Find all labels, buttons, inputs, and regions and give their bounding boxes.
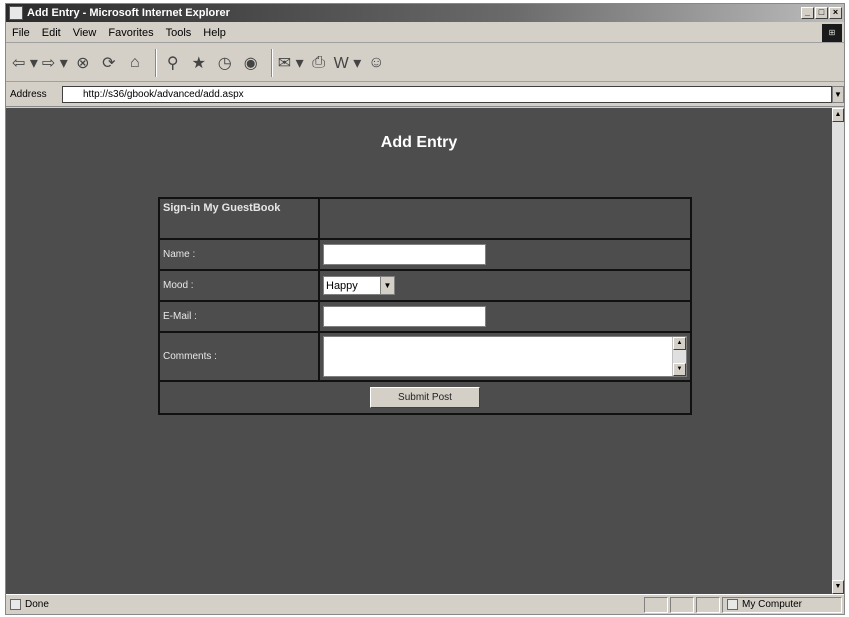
search-icon[interactable]: ⚲ [162, 50, 184, 76]
menu-help[interactable]: Help [197, 27, 232, 39]
form-header: Sign-in My GuestBook [160, 199, 320, 238]
computer-icon [727, 599, 738, 610]
menu-bar: File Edit View Favorites Tools Help ⊞ [6, 23, 844, 43]
standard-toolbar: ⇦ ▾ ⇨ ▾ ⊗ ⟳ ⌂ ⚲ ★ ◷ ◉ ✉ ▾ ⎙ W ▾ ☺ [6, 44, 844, 82]
status-bar: Done My Computer [6, 594, 844, 614]
form-header-spacer [320, 199, 690, 238]
page-icon [10, 599, 21, 610]
home-icon[interactable]: ⌂ [124, 50, 146, 76]
scroll-down-icon[interactable]: ▼ [832, 580, 844, 594]
email-row: E-Mail : [160, 302, 690, 333]
form-header-row: Sign-in My GuestBook [160, 199, 690, 240]
mood-select[interactable]: Happy ▼ [323, 276, 395, 295]
close-button[interactable]: × [829, 7, 842, 19]
messenger-icon[interactable]: ☺ [365, 50, 387, 76]
email-label: E-Mail : [160, 302, 320, 331]
refresh-icon[interactable]: ⟳ [98, 50, 120, 76]
scroll-up-icon[interactable]: ▲ [673, 337, 686, 350]
scroll-up-icon[interactable]: ▲ [832, 108, 844, 122]
comments-label: Comments : [160, 333, 320, 380]
favorites-icon[interactable]: ★ [188, 50, 210, 76]
address-bar: Address http://s36/gbook/advanced/add.as… [6, 83, 844, 107]
edit-icon[interactable]: W ▾ [334, 50, 362, 76]
status-text: Done [25, 599, 49, 610]
history-icon[interactable]: ◷ [214, 50, 236, 76]
address-label: Address [10, 89, 47, 100]
back-icon[interactable]: ⇦ ▾ [12, 50, 38, 76]
submit-row: Submit Post [160, 382, 690, 413]
comments-scrollbar[interactable]: ▲ ▼ [672, 337, 686, 376]
page-heading: Add Entry [380, 134, 458, 151]
address-input[interactable]: http://s36/gbook/advanced/add.aspx [62, 86, 832, 103]
menu-view[interactable]: View [67, 27, 103, 39]
status-panel [644, 596, 668, 613]
page-scrollbar[interactable]: ▲ ▼ [832, 108, 844, 594]
name-label: Name : [160, 240, 320, 269]
windows-logo-icon: ⊞ [822, 24, 842, 42]
menu-file[interactable]: File [6, 27, 36, 39]
mood-selected-value: Happy [326, 279, 358, 292]
name-row: Name : [160, 240, 690, 271]
comments-textarea[interactable]: ▲ ▼ [323, 336, 687, 377]
maximize-button[interactable]: □ [815, 7, 828, 19]
scroll-down-icon[interactable]: ▼ [673, 363, 686, 376]
zone-label: My Computer [742, 599, 803, 610]
channels-icon[interactable]: ◉ [240, 50, 262, 76]
status-panel [670, 596, 694, 613]
comments-row: Comments : ▲ ▼ [160, 333, 690, 382]
window-title: Add Entry - Microsoft Internet Explorer [27, 7, 230, 19]
chevron-down-icon[interactable]: ▼ [380, 277, 394, 294]
title-bar: Add Entry - Microsoft Internet Explorer … [6, 4, 844, 22]
print-icon[interactable]: ⎙ [308, 50, 330, 76]
window-controls: _ □ × [801, 7, 842, 19]
menu-edit[interactable]: Edit [36, 27, 67, 39]
page-content: Add Entry Sign-in My GuestBook Name : Mo… [6, 108, 832, 594]
status-panel [696, 596, 720, 613]
browser-window: Add Entry - Microsoft Internet Explorer … [5, 3, 845, 615]
minimize-button[interactable]: _ [801, 7, 814, 19]
toolbar-separator [154, 48, 157, 77]
security-zone: My Computer [722, 596, 842, 613]
stop-icon[interactable]: ⊗ [72, 50, 94, 76]
menu-favorites[interactable]: Favorites [102, 27, 159, 39]
mail-icon[interactable]: ✉ ▾ [278, 50, 304, 76]
email-input[interactable] [323, 306, 486, 327]
name-input[interactable] [323, 244, 486, 265]
mood-label: Mood : [160, 271, 320, 300]
menu-tools[interactable]: Tools [160, 27, 198, 39]
address-dropdown-icon[interactable]: ▼ [832, 86, 844, 103]
ie-icon [9, 6, 23, 20]
submit-post-button[interactable]: Submit Post [370, 387, 480, 408]
toolbar-separator [270, 48, 273, 77]
mood-row: Mood : Happy ▼ [160, 271, 690, 302]
guestbook-form: Sign-in My GuestBook Name : Mood : Happy… [158, 197, 692, 415]
forward-icon[interactable]: ⇨ ▾ [42, 50, 68, 76]
